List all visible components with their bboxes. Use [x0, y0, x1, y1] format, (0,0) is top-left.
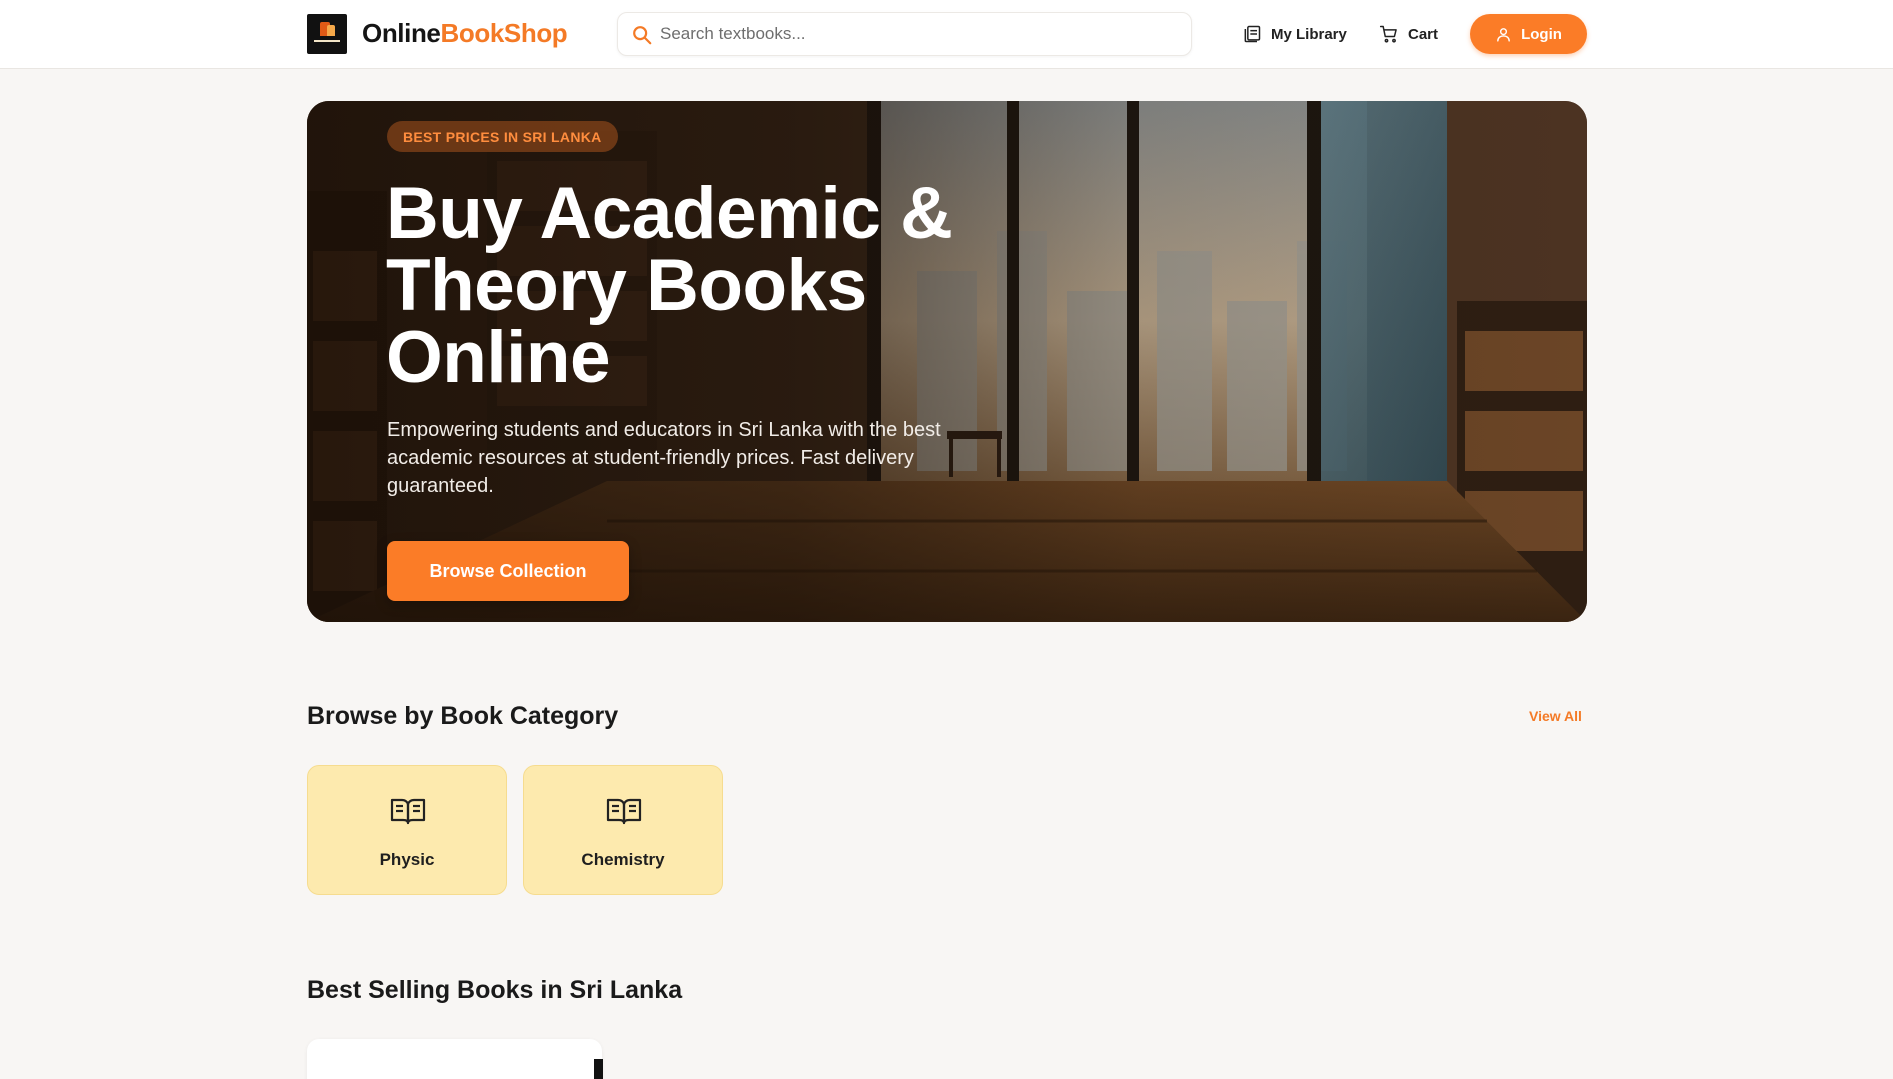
- logo-image[interactable]: [307, 14, 347, 54]
- category-label: Physic: [379, 850, 435, 869]
- logo-text-part1: Online: [362, 18, 441, 48]
- category-section-title: Browse by Book Category: [307, 702, 619, 730]
- search-input[interactable]: [660, 19, 1160, 49]
- hero-badge: BEST PRICES IN SRI LANKA: [387, 121, 618, 152]
- book-cover-image: [594, 1059, 603, 1079]
- logo-text[interactable]: OnlineBookShop: [362, 18, 568, 49]
- category-card-physic[interactable]: Physic: [307, 765, 507, 895]
- search-bar: [617, 12, 1192, 56]
- category-label: Chemistry: [581, 850, 665, 869]
- cart-label: Cart: [1408, 25, 1439, 43]
- hero-title: Buy Academic & Theory Books Online: [386, 173, 953, 398]
- my-library-label: My Library: [1271, 25, 1347, 43]
- user-icon: [1497, 27, 1510, 42]
- my-library-link[interactable]: My Library: [1242, 22, 1347, 46]
- search-icon: [633, 26, 652, 45]
- book-card[interactable]: [307, 1039, 603, 1079]
- cart-icon: [1379, 25, 1397, 43]
- logo-text-part2: BookShop: [440, 18, 568, 48]
- open-book-icon: [606, 798, 642, 825]
- hero-description: Empowering students and educators in Sri…: [387, 419, 941, 497]
- library-icon: [1244, 25, 1261, 43]
- view-all-link[interactable]: View All: [1529, 708, 1582, 724]
- open-book-icon: [390, 798, 426, 825]
- browse-collection-button[interactable]: Browse Collection: [387, 541, 629, 601]
- login-label: Login: [1521, 25, 1562, 43]
- cart-link[interactable]: Cart: [1379, 22, 1438, 46]
- category-card-chemistry[interactable]: Chemistry: [523, 765, 723, 895]
- best-selling-section-title: Best Selling Books in Sri Lanka: [307, 976, 683, 1004]
- login-button[interactable]: Login: [1470, 14, 1587, 54]
- hero-banner: BEST PRICES IN SRI LANKA Buy Academic & …: [307, 101, 1587, 622]
- top-header: OnlineBookShop My Library Cart Login: [0, 0, 1893, 69]
